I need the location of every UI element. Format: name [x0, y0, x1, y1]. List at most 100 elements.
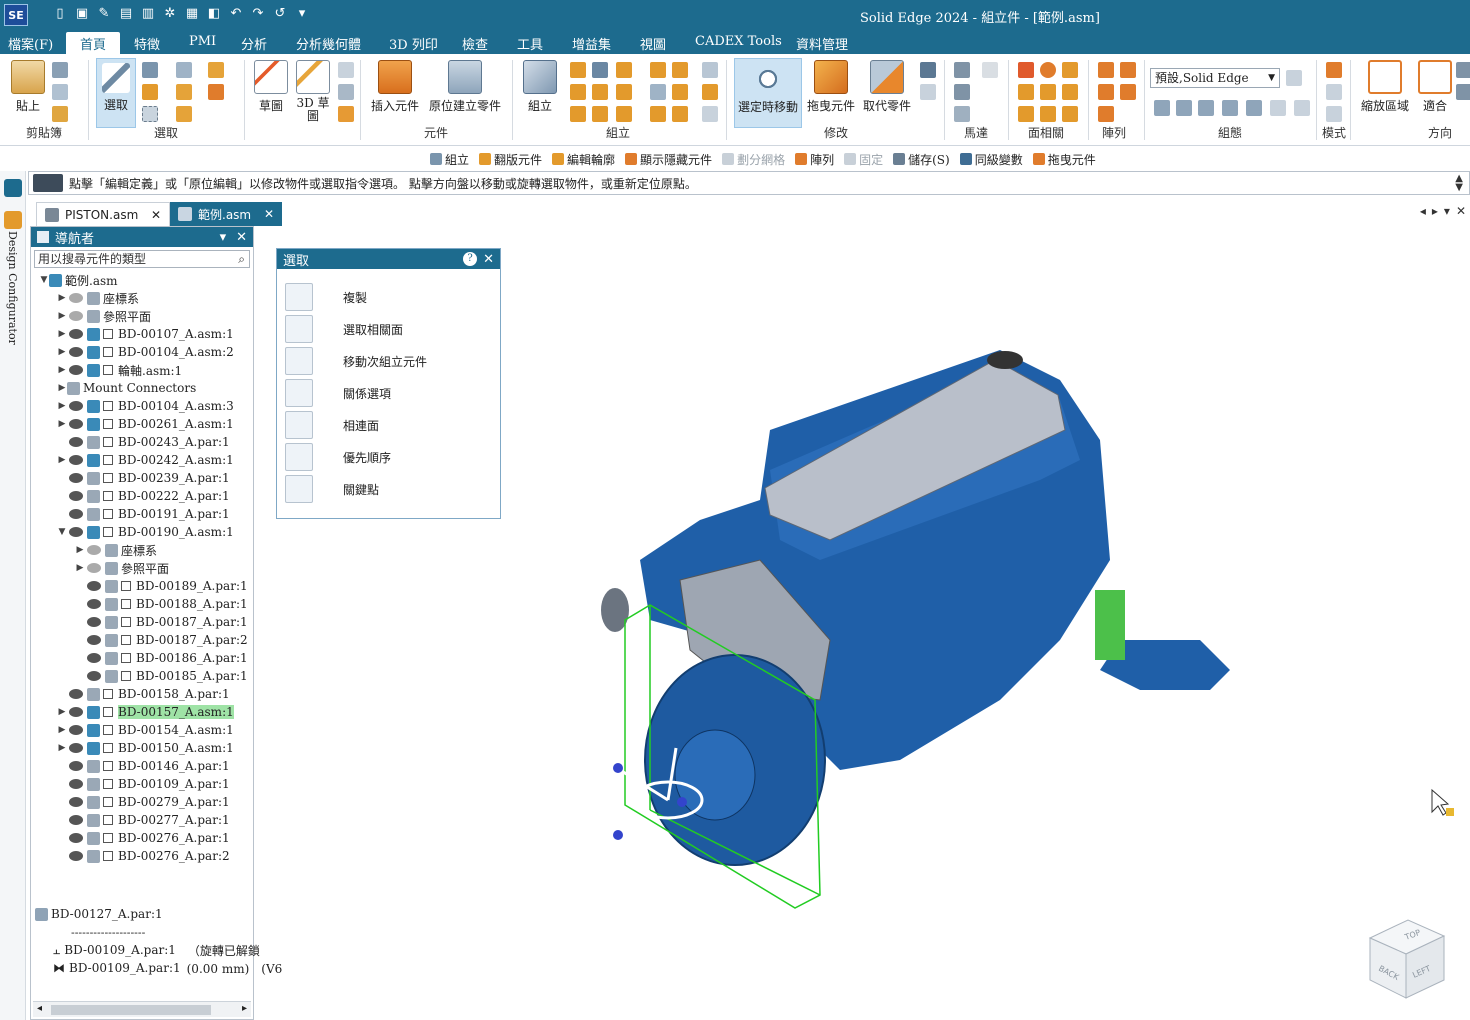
- tab-scroll-left-icon[interactable]: ◂: [1420, 204, 1426, 218]
- visibility-eye-icon[interactable]: [69, 689, 83, 699]
- relation-options-icon[interactable]: [702, 106, 718, 122]
- disperse-icon[interactable]: [920, 84, 936, 100]
- close-icon[interactable]: ✕: [236, 230, 247, 245]
- mate-icon[interactable]: [570, 62, 586, 78]
- save-icon[interactable]: ▤: [118, 6, 134, 22]
- config-frame-icon[interactable]: [1294, 100, 1310, 116]
- cmd-assemble[interactable]: 組立: [430, 151, 469, 168]
- tree-node[interactable]: BD-00191_A.par:1: [57, 505, 230, 523]
- menu-features[interactable]: 特徵: [134, 34, 160, 53]
- move-on-select-button[interactable]: 選定時移動: [734, 58, 802, 128]
- expand-arrow-icon[interactable]: ▶: [57, 743, 67, 753]
- visibility-eye-icon[interactable]: [69, 419, 83, 429]
- tangent-icon[interactable]: [570, 106, 586, 122]
- repeat-icon[interactable]: ↺: [272, 6, 288, 22]
- parallel-icon[interactable]: [650, 62, 666, 78]
- expand-arrow-icon[interactable]: ▶: [57, 401, 67, 411]
- settings-icon[interactable]: ✲: [162, 6, 178, 22]
- undo-icon[interactable]: ↶: [228, 6, 244, 22]
- tree-node[interactable]: ▶ 參照平面: [75, 559, 169, 577]
- horizontal-scrollbar[interactable]: ◂ ▸: [33, 1001, 251, 1017]
- visibility-eye-icon[interactable]: [87, 653, 101, 663]
- expand-arrow-icon[interactable]: ▶: [75, 545, 85, 555]
- keypoints-option[interactable]: 關鍵點: [285, 475, 379, 503]
- face-offset-icon[interactable]: [1062, 106, 1078, 122]
- flywheel-hub[interactable]: [674, 729, 756, 821]
- detail-relation-row[interactable]: ⫠ BD-00109_A.par:1 （旋轉已解鎖: [53, 941, 260, 959]
- face-symmetric-icon[interactable]: [1062, 62, 1078, 78]
- motor-icon[interactable]: [954, 62, 970, 78]
- detail-relation-row[interactable]: ⧓ BD-00109_A.par:1 (0.00 mm) (V6: [53, 959, 282, 977]
- cmd-show-hide-components[interactable]: 顯示隱藏元件: [625, 151, 712, 168]
- tree-node[interactable]: ▶ BD-00150_A.asm:1: [57, 739, 234, 757]
- expand-arrow-icon[interactable]: ▶: [57, 365, 67, 375]
- visibility-eye-icon[interactable]: [69, 833, 83, 843]
- visibility-eye-icon[interactable]: [87, 617, 101, 627]
- collapse-arrow-icon[interactable]: ▼: [57, 527, 67, 537]
- face-parallel-icon[interactable]: [1040, 84, 1056, 100]
- menu-home[interactable]: 首頁: [66, 32, 121, 54]
- center-plane-icon[interactable]: [672, 62, 688, 78]
- design-configurator-label[interactable]: Design Configurator: [6, 231, 19, 345]
- config-display-icon[interactable]: [1246, 100, 1262, 116]
- tree-node[interactable]: BD-00188_A.par:1: [75, 595, 248, 613]
- tree-node[interactable]: BD-00187_A.par:1: [75, 613, 248, 631]
- select-group-icon[interactable]: [176, 106, 192, 122]
- visibility-eye-icon[interactable]: [69, 707, 83, 717]
- expand-arrow-icon[interactable]: ▶: [57, 293, 67, 303]
- filter-icon[interactable]: [142, 62, 158, 78]
- library-icon[interactable]: [4, 211, 22, 229]
- planar-align-icon[interactable]: [592, 62, 608, 78]
- tree-node[interactable]: ▶ BD-00261_A.asm:1: [57, 415, 234, 433]
- steering-wheel-handle[interactable]: [613, 763, 623, 773]
- visibility-eye-icon[interactable]: [69, 797, 83, 807]
- steering-wheel-handle[interactable]: [613, 830, 623, 840]
- visibility-eye-icon[interactable]: [87, 671, 101, 681]
- menu-tools[interactable]: 工具: [517, 34, 543, 53]
- steering-wheel-handle[interactable]: [677, 797, 687, 807]
- cut-icon[interactable]: [52, 62, 68, 78]
- sketch-3d-button[interactable]: 3D 草圖: [292, 60, 334, 123]
- visibility-eye-icon[interactable]: [69, 455, 83, 465]
- visibility-eye-icon[interactable]: [87, 563, 101, 573]
- tab-piston[interactable]: PISTON.asm ✕: [36, 202, 170, 226]
- replace-part-button[interactable]: 取代零件: [860, 60, 914, 114]
- menu-3d-print[interactable]: 3D 列印: [389, 34, 438, 53]
- close-window-icon[interactable]: ✕: [1456, 204, 1466, 218]
- tree-node[interactable]: ▼ 範例.asm: [39, 271, 118, 289]
- tree-node[interactable]: BD-00276_A.par:1: [57, 829, 230, 847]
- menu-view[interactable]: 視圖: [640, 34, 666, 53]
- drag-component-button[interactable]: 拖曳元件: [804, 60, 858, 114]
- visibility-eye-icon[interactable]: [69, 725, 83, 735]
- sketch-tool-icon[interactable]: [338, 106, 354, 122]
- visibility-eye-icon[interactable]: [69, 815, 83, 825]
- close-icon[interactable]: ✕: [151, 208, 161, 222]
- face-rect-icon[interactable]: [1018, 62, 1034, 78]
- tree-node[interactable]: ▶ BD-00242_A.asm:1: [57, 451, 234, 469]
- fit-button[interactable]: 適合: [1416, 60, 1454, 114]
- visibility-eye-icon[interactable]: [69, 347, 83, 357]
- tree-node[interactable]: BD-00158_A.par:1: [57, 685, 230, 703]
- visibility-eye-icon[interactable]: [69, 311, 83, 321]
- tree-node[interactable]: ▶ 座標系: [75, 541, 157, 559]
- connect-icon[interactable]: [592, 84, 608, 100]
- close-icon[interactable]: ✕: [264, 207, 274, 221]
- tree-node[interactable]: BD-00277_A.par:1: [57, 811, 230, 829]
- tab-scroll-right-icon[interactable]: ▸: [1432, 204, 1438, 218]
- cmd-edit-profile[interactable]: 編輯輪廓: [552, 151, 615, 168]
- move-subassembly-option[interactable]: 移動次組立元件: [285, 347, 427, 375]
- expand-arrow-icon[interactable]: ▶: [75, 563, 85, 573]
- tree-node[interactable]: BD-00185_A.par:1: [75, 667, 248, 685]
- tree-node[interactable]: ▶ BD-00154_A.asm:1: [57, 721, 234, 739]
- quick-pick-icon[interactable]: [176, 62, 192, 78]
- match-coordinate-icon[interactable]: [702, 84, 718, 100]
- tree-node[interactable]: BD-00146_A.par:1: [57, 757, 230, 775]
- menu-pmi[interactable]: PMI: [189, 34, 216, 49]
- keyboard-icon[interactable]: [33, 174, 63, 192]
- tree-node[interactable]: BD-00222_A.par:1: [57, 487, 230, 505]
- mirror-component-icon[interactable]: [1098, 84, 1114, 100]
- mode-limited-icon[interactable]: [1326, 106, 1342, 122]
- zoom-area-button[interactable]: 縮放區域: [1356, 60, 1414, 114]
- visibility-eye-icon[interactable]: [69, 491, 83, 501]
- tab-list-icon[interactable]: ▾: [1444, 204, 1450, 218]
